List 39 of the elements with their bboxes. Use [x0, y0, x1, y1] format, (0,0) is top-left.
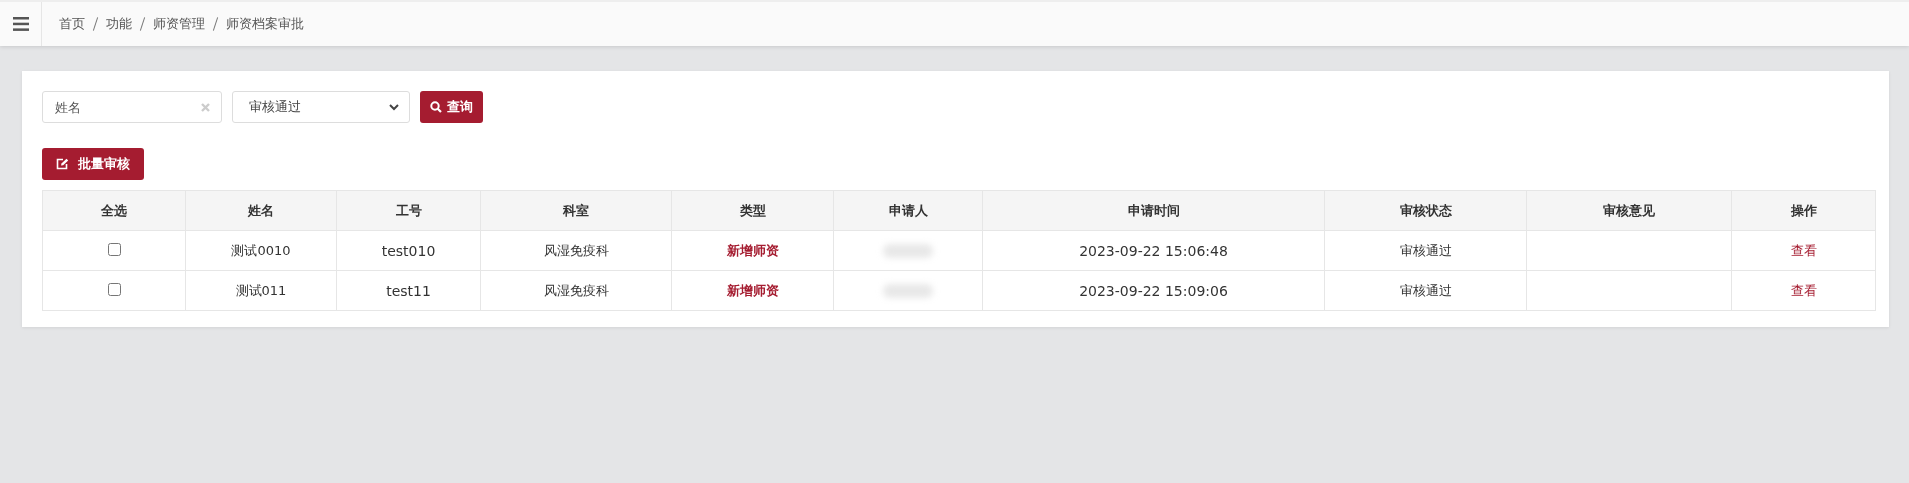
view-link[interactable]: 查看	[1790, 242, 1817, 258]
table-cell: test11	[336, 270, 481, 311]
column-header: 姓名	[185, 190, 337, 231]
search-button[interactable]: 查询	[420, 91, 483, 123]
table-cell: test010	[336, 230, 481, 271]
row-checkbox[interactable]	[107, 282, 121, 296]
column-header: 审核状态	[1324, 190, 1527, 231]
table-cell: 2023-09-22 15:06:48	[982, 230, 1325, 271]
menu-button[interactable]	[0, 2, 42, 46]
table-cell: 测试0010	[185, 230, 337, 271]
search-icon	[430, 101, 442, 113]
column-header: 申请时间	[982, 190, 1325, 231]
column-header: 操作	[1731, 190, 1876, 231]
table-cell: 审核通过	[1324, 230, 1527, 271]
name-field[interactable]: 姓名	[42, 91, 222, 123]
menu-icon	[12, 17, 29, 31]
breadcrumb-item[interactable]: 首页	[59, 15, 85, 33]
breadcrumb-item: 师资档案审批	[226, 15, 304, 33]
column-header: 工号	[336, 190, 481, 231]
view-link[interactable]: 查看	[1790, 282, 1817, 298]
column-header: 申请人	[833, 190, 983, 231]
status-dropdown[interactable]: 审核通过	[232, 91, 410, 123]
table-cell: 2023-09-22 15:09:06	[982, 270, 1325, 311]
column-header: 科室	[480, 190, 672, 231]
table-cell: 风湿免疫科	[480, 270, 672, 311]
chevron-down-icon	[389, 103, 399, 111]
batch-review-button[interactable]: 批量审核	[42, 148, 144, 180]
table-cell: 风湿免疫科	[480, 230, 672, 271]
column-header: 类型	[671, 190, 834, 231]
column-header: 全选	[42, 190, 186, 231]
breadcrumb-item[interactable]: 功能	[106, 15, 132, 33]
row-checkbox[interactable]	[107, 242, 121, 256]
breadcrumb-item[interactable]: 师资管理	[153, 15, 205, 33]
type-label: 新增师资	[671, 230, 834, 271]
edit-icon	[56, 158, 69, 170]
column-header: 审核意见	[1526, 190, 1732, 231]
table-cell: 审核通过	[1324, 270, 1527, 311]
type-label: 新增师资	[671, 270, 834, 311]
table-cell: 测试011	[185, 270, 337, 311]
